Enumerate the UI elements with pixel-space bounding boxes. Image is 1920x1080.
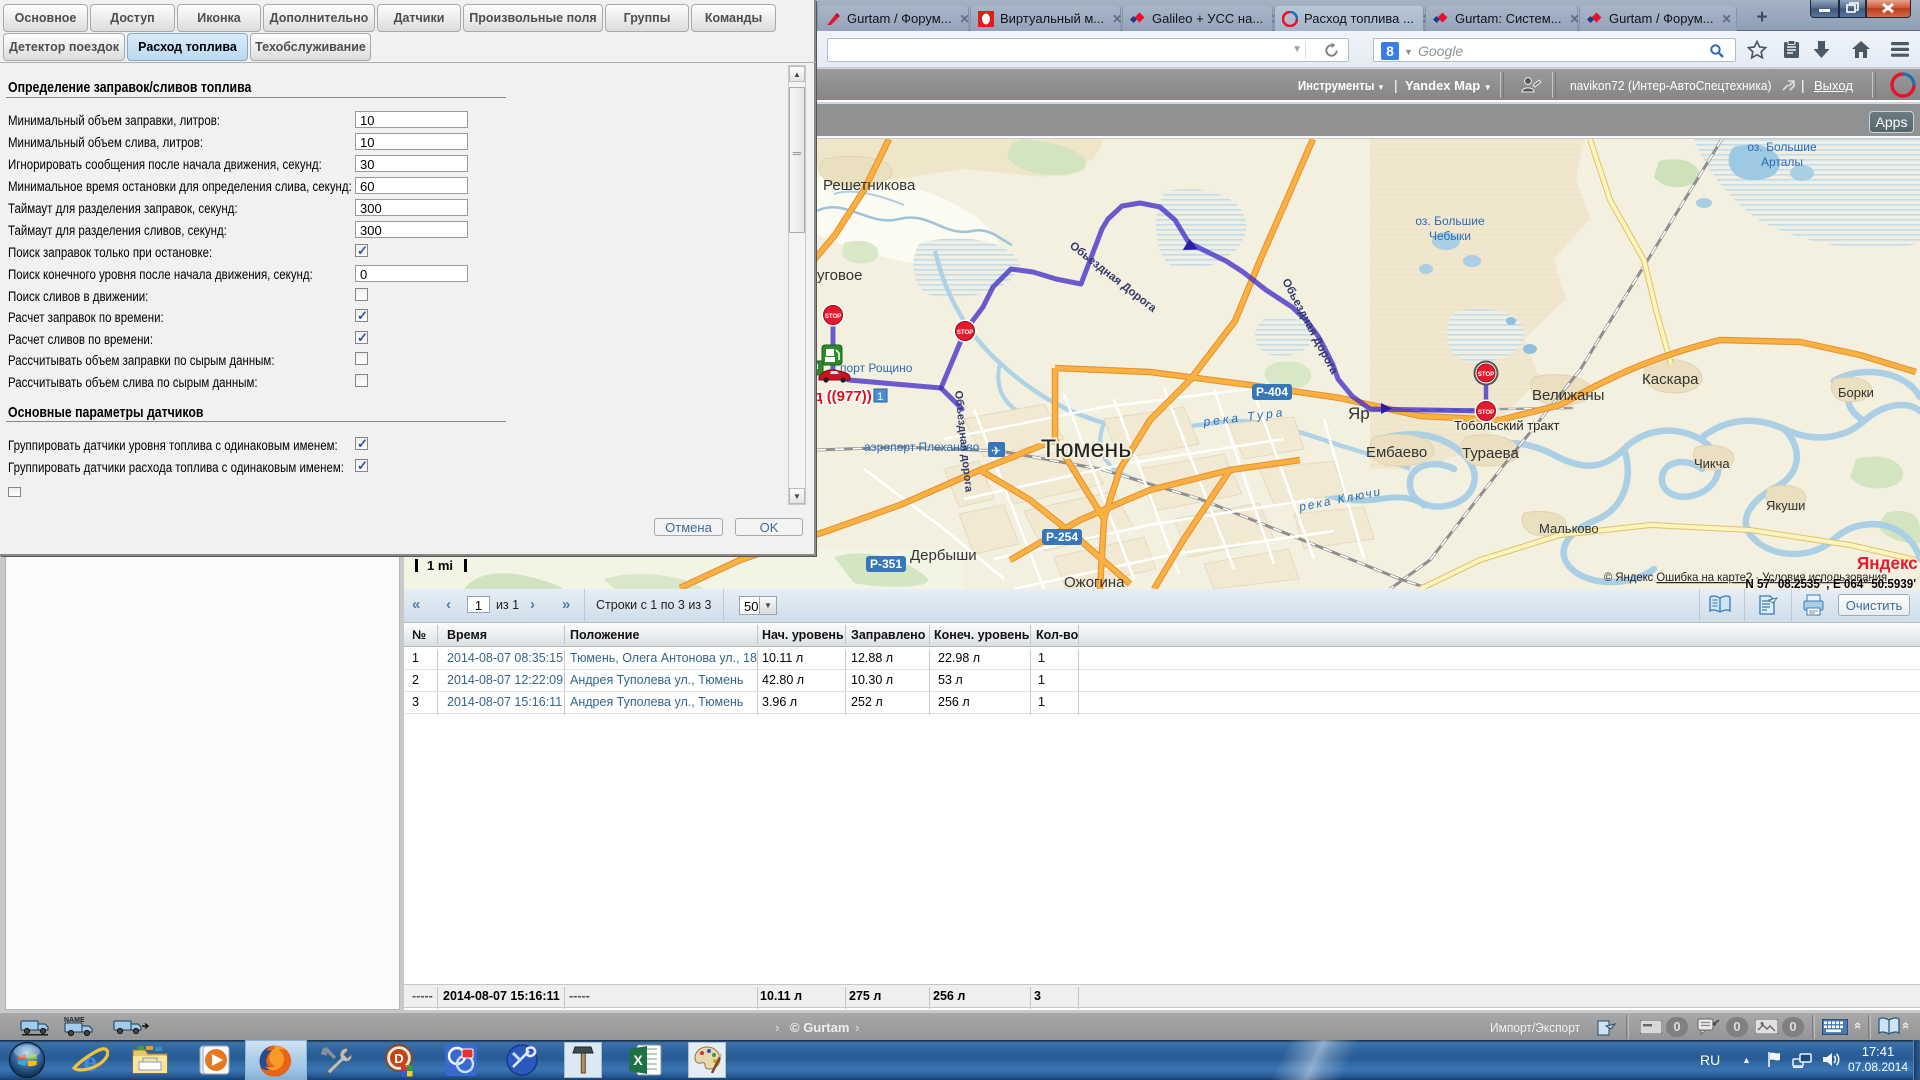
svg-text:Велижаны: Велижаны (1532, 387, 1604, 404)
svg-text:Мальково: Мальково (1539, 521, 1599, 536)
svg-text:уговое: уговое (817, 267, 862, 284)
svg-text:Тюмень: Тюмень (1041, 435, 1132, 463)
svg-text:Р-351: Р-351 (870, 557, 902, 571)
svg-text:D: D (394, 1051, 403, 1066)
svg-text:порт Рощино: порт Рощино (840, 361, 913, 375)
svg-text:e: e (83, 1045, 96, 1078)
svg-text:Арталы: Арталы (1761, 155, 1803, 169)
svg-text:STOP: STOP (957, 330, 973, 336)
svg-text:Тураева: Тураева (1462, 445, 1519, 462)
svg-text:оз. Большие: оз. Большие (1415, 214, 1485, 228)
svg-text:Р-254: Р-254 (1046, 530, 1078, 544)
svg-text:X: X (633, 1052, 643, 1068)
svg-text:1: 1 (877, 391, 883, 403)
svg-text:1 mi: 1 mi (427, 558, 453, 573)
svg-text:Чикча: Чикча (1694, 456, 1730, 471)
svg-text:д ((977)): д ((977)) (813, 388, 872, 405)
svg-text:Ембаево: Ембаево (1366, 444, 1427, 461)
svg-text:✈: ✈ (991, 444, 1001, 458)
svg-text:Р-404: Р-404 (1256, 385, 1288, 399)
svg-text:STOP: STOP (825, 314, 841, 320)
svg-text:Яр: Яр (1348, 404, 1370, 423)
svg-text:Борки: Борки (1838, 385, 1874, 400)
svg-text:Решетникова: Решетникова (823, 177, 916, 194)
svg-text:Дербыши: Дербыши (910, 547, 977, 564)
svg-text:Тобольский тракт: Тобольский тракт (1454, 418, 1559, 433)
svg-text:Ожогина: Ожогина (1064, 574, 1125, 589)
svg-text:Якуши: Якуши (1766, 498, 1805, 513)
svg-text:оз. Большие: оз. Большие (1747, 140, 1817, 154)
svg-text:Чебыки: Чебыки (1429, 229, 1471, 243)
svg-text:STOP: STOP (1478, 410, 1494, 416)
svg-text:STOP: STOP (1478, 372, 1494, 378)
svg-text:Каскара: Каскара (1642, 371, 1699, 388)
